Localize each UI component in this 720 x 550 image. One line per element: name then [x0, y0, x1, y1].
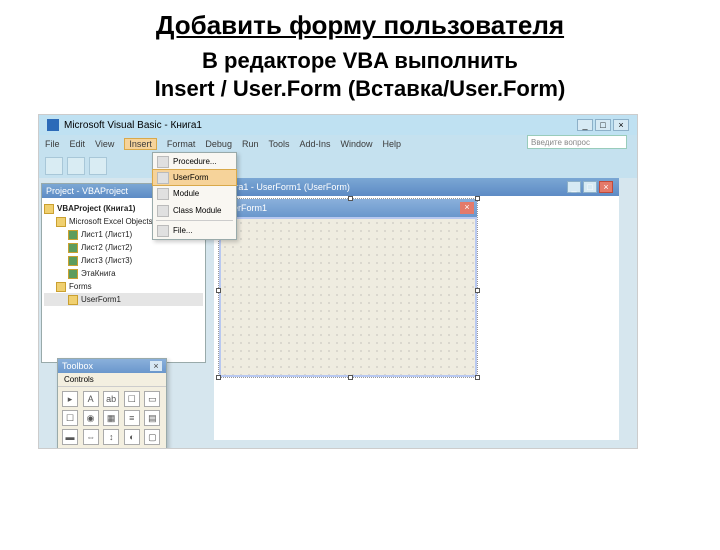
menu-item-file[interactable]: File...	[153, 222, 236, 239]
menu-item-label: Procedure...	[173, 157, 217, 166]
form-icon	[68, 295, 78, 305]
resize-handle[interactable]	[475, 196, 480, 201]
sheet-icon	[68, 230, 78, 240]
tool-textbox[interactable]: ab	[103, 391, 119, 407]
subtitle-line-1: В редакторе VBA выполнить	[202, 48, 518, 73]
menu-debug[interactable]: Debug	[205, 139, 232, 149]
menu-run[interactable]: Run	[242, 139, 259, 149]
tree-item[interactable]: Лист1 (Лист1)	[81, 228, 132, 241]
userform-close-icon: ×	[460, 202, 474, 214]
tool-listbox[interactable]: ▭	[144, 391, 160, 407]
design-background	[484, 198, 619, 440]
tree-folder[interactable]: Microsoft Excel Objects	[69, 215, 153, 228]
tool-tabstrip[interactable]: ▬	[62, 429, 78, 445]
menu-window[interactable]: Window	[341, 139, 373, 149]
tree-item-selected[interactable]: UserForm1	[81, 293, 121, 306]
file-icon	[157, 225, 169, 237]
tool-multipage[interactable]: ⇔	[83, 429, 99, 445]
menu-item-userform[interactable]: UserForm	[152, 169, 237, 186]
tool-option[interactable]: ◉	[83, 410, 99, 426]
toolbox-tools: ▸ A ab ☐ ▭ ☐ ◉ ▦ ≡ ▤ ▬ ⇔ ↕ ◐ ▢	[58, 387, 166, 449]
tree-item[interactable]: Лист2 (Лист2)	[81, 241, 132, 254]
resize-handle[interactable]	[475, 375, 480, 380]
menu-item-label: UserForm	[173, 173, 209, 182]
menu-view[interactable]: View	[95, 139, 114, 149]
menu-item-procedure[interactable]: Procedure...	[153, 153, 236, 170]
panel-title-label: Project - VBAProject	[46, 186, 128, 196]
form-window-title: Книга1 - UserForm1 (UserForm)	[220, 182, 350, 192]
workbook-icon	[68, 269, 78, 279]
procedure-icon	[157, 156, 169, 168]
resize-handle[interactable]	[216, 288, 221, 293]
menu-item-label: Class Module	[173, 206, 221, 215]
tool-pointer[interactable]: ▸	[62, 391, 78, 407]
menu-edit[interactable]: Edit	[70, 139, 86, 149]
tool-combobox[interactable]: ☐	[124, 391, 140, 407]
menu-addins[interactable]: Add-Ins	[299, 139, 330, 149]
resize-handle[interactable]	[475, 288, 480, 293]
window-title: Microsoft Visual Basic - Книга1	[64, 120, 202, 131]
tool-command[interactable]: ▤	[144, 410, 160, 426]
form-win-maximize[interactable]: □	[583, 181, 597, 193]
tool-spin[interactable]: ◐	[124, 429, 140, 445]
tree-folder[interactable]: Forms	[69, 280, 92, 293]
tool-checkbox[interactable]: ☐	[62, 410, 78, 426]
titlebar: Microsoft Visual Basic - Книга1 _ □ ×	[39, 115, 637, 135]
toolbox-panel[interactable]: Toolbox × Controls ▸ A ab ☐ ▭ ☐ ◉ ▦ ≡ ▤ …	[57, 358, 167, 449]
maximize-button[interactable]: □	[595, 119, 611, 131]
userform-body[interactable]	[219, 217, 477, 377]
userform-design-area[interactable]: UserForm1 ×	[218, 198, 478, 378]
folder-icon	[56, 282, 66, 292]
menu-insert[interactable]: Insert	[124, 138, 157, 150]
form-designer-window: Книга1 - UserForm1 (UserForm) _ □ × User…	[214, 178, 619, 440]
menu-item-label: Module	[173, 189, 199, 198]
slide-title: Добавить форму пользователя	[0, 10, 720, 41]
subtitle-line-2: Insert / User.Form (Вставка/User.Form)	[155, 76, 566, 101]
tool-scroll[interactable]: ↕	[103, 429, 119, 445]
form-win-close[interactable]: ×	[599, 181, 613, 193]
toolbox-close-button[interactable]: ×	[150, 361, 162, 371]
sheet-icon	[68, 243, 78, 253]
tree-item[interactable]: Лист3 (Лист3)	[81, 254, 132, 267]
module-icon	[157, 188, 169, 200]
insert-dropdown: Procedure... UserForm Module Class Modul…	[152, 152, 237, 240]
folder-icon	[44, 204, 54, 214]
menu-help[interactable]: Help	[383, 139, 402, 149]
toolbox-title: Toolbox	[62, 361, 93, 371]
tool-image[interactable]: ▢	[144, 429, 160, 445]
folder-icon	[56, 217, 66, 227]
toolbar-button[interactable]	[67, 157, 85, 175]
menu-tools[interactable]: Tools	[268, 139, 289, 149]
app-icon	[47, 119, 59, 131]
menu-item-label: File...	[173, 226, 193, 235]
toolbar	[39, 153, 637, 178]
menu-item-module[interactable]: Module	[153, 185, 236, 202]
userform-icon	[157, 172, 169, 184]
class-icon	[157, 205, 169, 217]
menu-format[interactable]: Format	[167, 139, 196, 149]
menu-item-classmodule[interactable]: Class Module	[153, 202, 236, 219]
toolbox-tab-controls[interactable]: Controls	[58, 373, 166, 387]
toolbar-button[interactable]	[45, 157, 63, 175]
slide-subtitle: В редакторе VBA выполнить Insert / User.…	[0, 47, 720, 102]
menu-divider	[156, 220, 233, 221]
close-button[interactable]: ×	[613, 119, 629, 131]
menu-file[interactable]: File	[45, 139, 60, 149]
tool-toggle[interactable]: ▦	[103, 410, 119, 426]
form-win-minimize[interactable]: _	[567, 181, 581, 193]
resize-handle[interactable]	[216, 375, 221, 380]
vba-editor-window: Microsoft Visual Basic - Книга1 _ □ × Fi…	[38, 114, 638, 449]
toolbar-button[interactable]	[89, 157, 107, 175]
minimize-button[interactable]: _	[577, 119, 593, 131]
tree-item[interactable]: ЭтаКнига	[81, 267, 116, 280]
tool-label[interactable]: A	[83, 391, 99, 407]
sheet-icon	[68, 256, 78, 266]
tree-root[interactable]: VBAProject (Книга1)	[57, 202, 135, 215]
resize-handle[interactable]	[348, 196, 353, 201]
resize-handle[interactable]	[348, 375, 353, 380]
help-search-input[interactable]: Введите вопрос	[527, 135, 627, 149]
tool-frame[interactable]: ≡	[124, 410, 140, 426]
